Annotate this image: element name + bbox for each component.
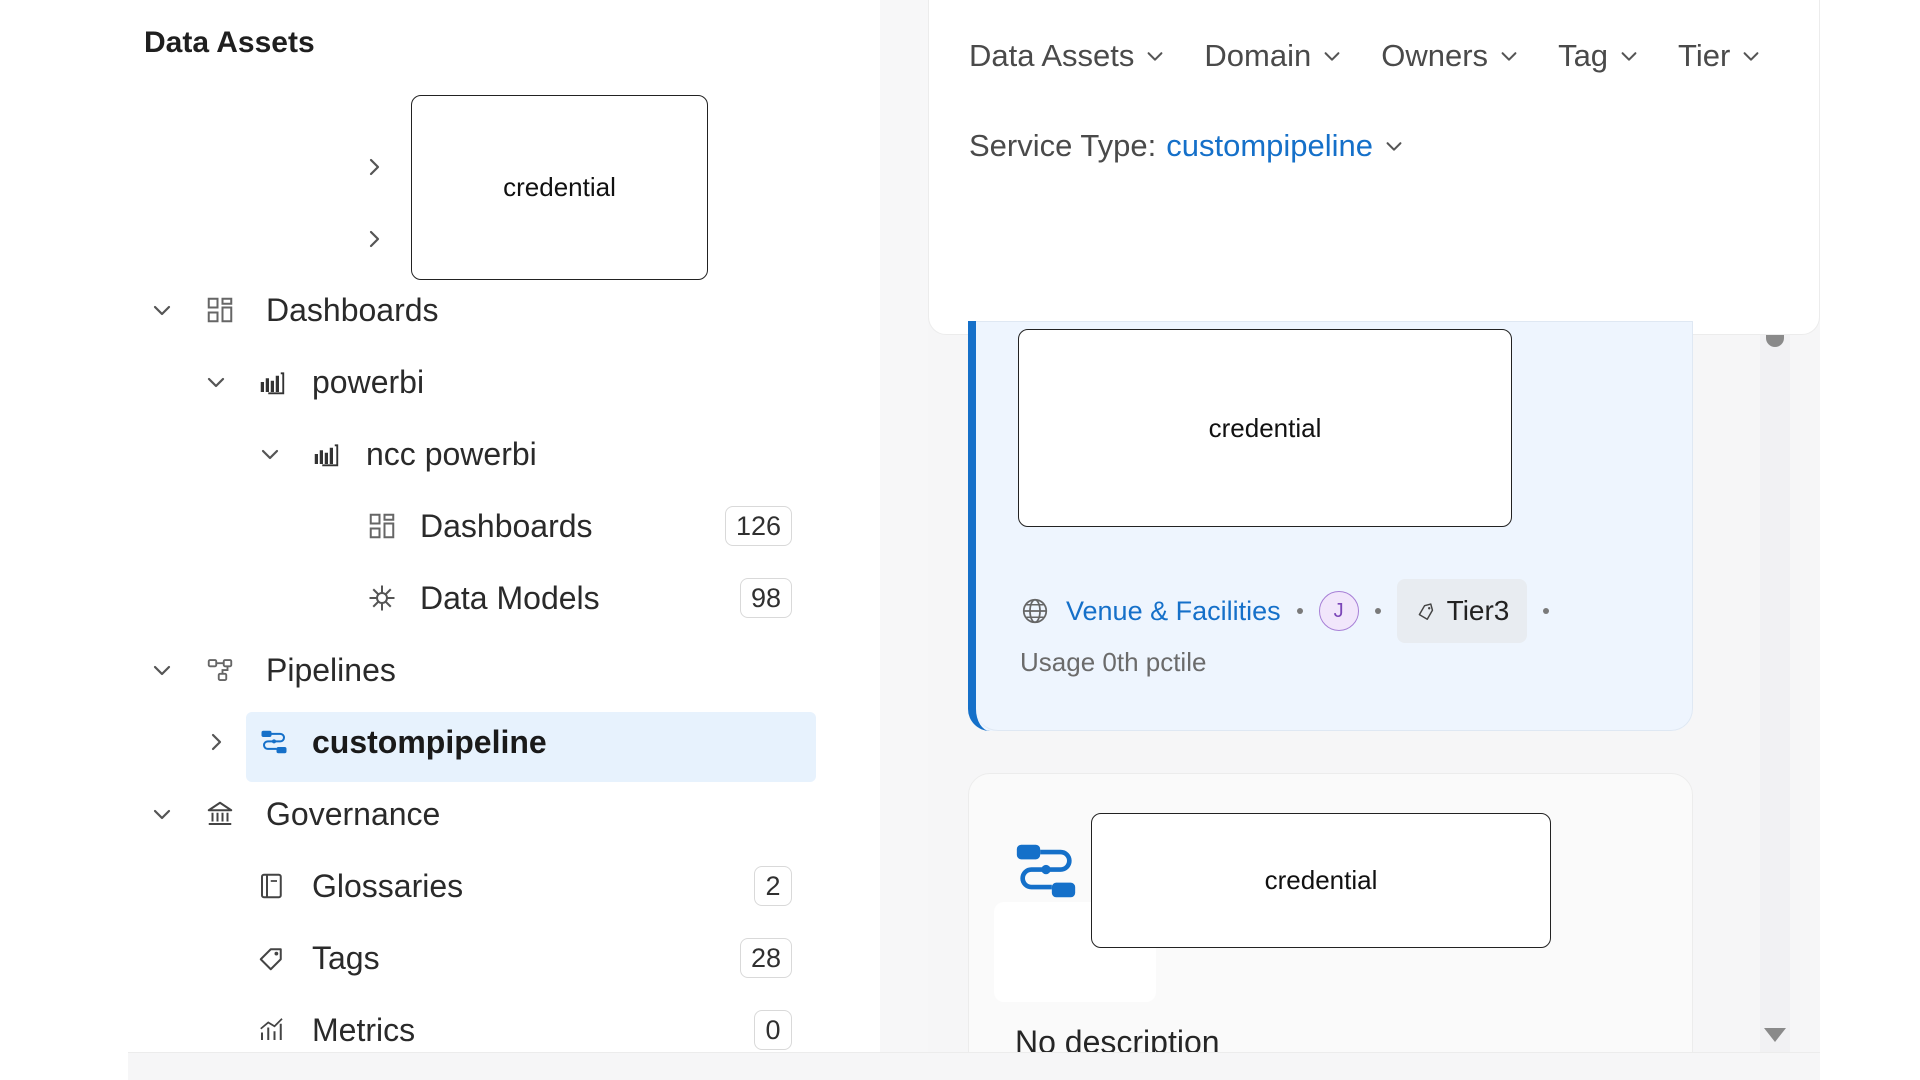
data-model-icon (364, 580, 400, 616)
chevron-down-icon[interactable] (200, 366, 232, 398)
chevron-down-icon (1501, 52, 1517, 61)
count-badge: 98 (739, 578, 792, 618)
bottom-strip (128, 1052, 1820, 1080)
filter-label: Domain (1204, 38, 1312, 73)
tree-item-label: Governance (266, 795, 441, 832)
glossary-icon (254, 868, 290, 904)
powerbi-icon (308, 436, 344, 472)
chevron-right-icon[interactable] (200, 726, 232, 758)
tier-badge: Tier3 (1396, 579, 1528, 643)
tree-item-label: powerbi (312, 363, 425, 400)
tree-item-dashboards[interactable]: Dashboards (128, 278, 818, 342)
scroll-down-icon[interactable] (1764, 1028, 1786, 1042)
tree-item-label: Pipelines (266, 651, 396, 688)
panel-divider (880, 0, 928, 1080)
usage-percentile: Usage 0th pctile (1020, 647, 1207, 677)
tree-item-label: custompipeline (312, 723, 547, 760)
tree-item-label: Metrics (312, 1011, 416, 1048)
tree-item-label: Dashboards (266, 291, 439, 328)
chevron-down-icon[interactable] (254, 438, 286, 470)
credential-overlay: credential (1091, 813, 1551, 948)
tree-item-governance[interactable]: Governance (128, 782, 818, 846)
separator-dot (1374, 608, 1381, 614)
filter-owners[interactable]: Owners (1381, 38, 1520, 74)
service-type-value: custompipeline (1166, 128, 1374, 163)
tree-item-ncc-powerbi[interactable]: ncc powerbi (128, 422, 818, 486)
dashboard-icon (202, 292, 238, 328)
tree-item-pipelines[interactable]: Pipelines (128, 638, 818, 702)
scroll-thumb[interactable] (1766, 335, 1784, 347)
explore-results-panel: Data Assets Domain Owners Tag Tier Servi… (928, 0, 1820, 1073)
service-type-label: Service Type: (969, 128, 1157, 163)
chevron-down-icon[interactable] (146, 798, 178, 830)
filter-tier[interactable]: Tier (1678, 38, 1762, 74)
globe-icon (1022, 598, 1048, 624)
tier-label: Tier3 (1446, 595, 1510, 626)
dashboard-icon (364, 508, 400, 544)
explore-sidebar: Data Assets Dashboards powerbi ncc power… (128, 0, 998, 1052)
tag-icon (1418, 603, 1433, 620)
chevron-down-icon (1743, 52, 1759, 61)
custom-pipeline-icon (256, 724, 292, 760)
tree-item-ncc-dashboards[interactable]: Dashboards 126 (128, 494, 818, 558)
custom-pipeline-icon (1016, 844, 1076, 898)
tree-item-label: Glossaries (312, 867, 464, 904)
count-badge: 126 (724, 506, 792, 546)
domain-link[interactable]: Venue & Facilities (1066, 596, 1281, 627)
card-meta: Venue & Facilities J Tier3 (1020, 579, 1550, 643)
tree-item-data-models[interactable]: Data Models 98 (128, 566, 818, 630)
filter-label: Tier (1678, 38, 1731, 73)
tree-item-label: Data Models (420, 579, 600, 616)
quick-filters: Data Assets Domain Owners Tag Tier (969, 38, 1762, 74)
filter-domain[interactable]: Domain (1204, 38, 1343, 74)
chevron-right-icon[interactable] (358, 151, 390, 183)
tree-item-label: Tags (312, 939, 380, 976)
chevron-down-icon[interactable] (146, 654, 178, 686)
separator-dot (1296, 608, 1303, 614)
chevron-down-icon (1324, 52, 1340, 61)
governance-icon (202, 796, 238, 832)
chevron-down-icon (1147, 52, 1163, 61)
tree-item-powerbi[interactable]: powerbi (128, 350, 818, 414)
filter-bar: Data Assets Domain Owners Tag Tier Servi… (928, 0, 1820, 335)
filter-label: Tag (1558, 38, 1609, 73)
chevron-right-icon[interactable] (358, 223, 390, 255)
tree-item-tags[interactable]: Tags 28 (128, 926, 818, 990)
count-badge: 2 (754, 866, 792, 906)
chevron-down-icon (1386, 142, 1402, 151)
tree-item-label: Dashboards (420, 507, 593, 544)
tree-item-label: ncc powerbi (366, 435, 537, 472)
count-badge: 28 (739, 938, 792, 978)
count-badge: 0 (754, 1010, 792, 1050)
pipeline-icon (202, 652, 238, 688)
credential-overlay: credential (1018, 329, 1512, 527)
separator-dot (1543, 608, 1550, 614)
metrics-icon (254, 1012, 290, 1048)
filter-label: Owners (1381, 38, 1489, 73)
data-assets-tree: Dashboards powerbi ncc powerbi Dashboard… (128, 0, 818, 1052)
filter-data-assets[interactable]: Data Assets (969, 38, 1166, 74)
filter-tag[interactable]: Tag (1558, 38, 1640, 74)
tree-item-custompipeline[interactable]: custompipeline (128, 710, 818, 782)
filter-label: Data Assets (969, 38, 1135, 73)
tree-item-glossaries[interactable]: Glossaries 2 (128, 854, 818, 918)
powerbi-icon (254, 364, 290, 400)
chevron-down-icon[interactable] (146, 294, 178, 326)
owner-avatar[interactable]: J (1318, 591, 1359, 631)
chevron-down-icon (1621, 52, 1637, 61)
credential-overlay: credential (411, 95, 708, 280)
tag-icon (254, 940, 290, 976)
results-scrollbar[interactable] (1760, 335, 1790, 1052)
service-type-filter[interactable]: Service Type: custompipeline (969, 128, 1405, 164)
